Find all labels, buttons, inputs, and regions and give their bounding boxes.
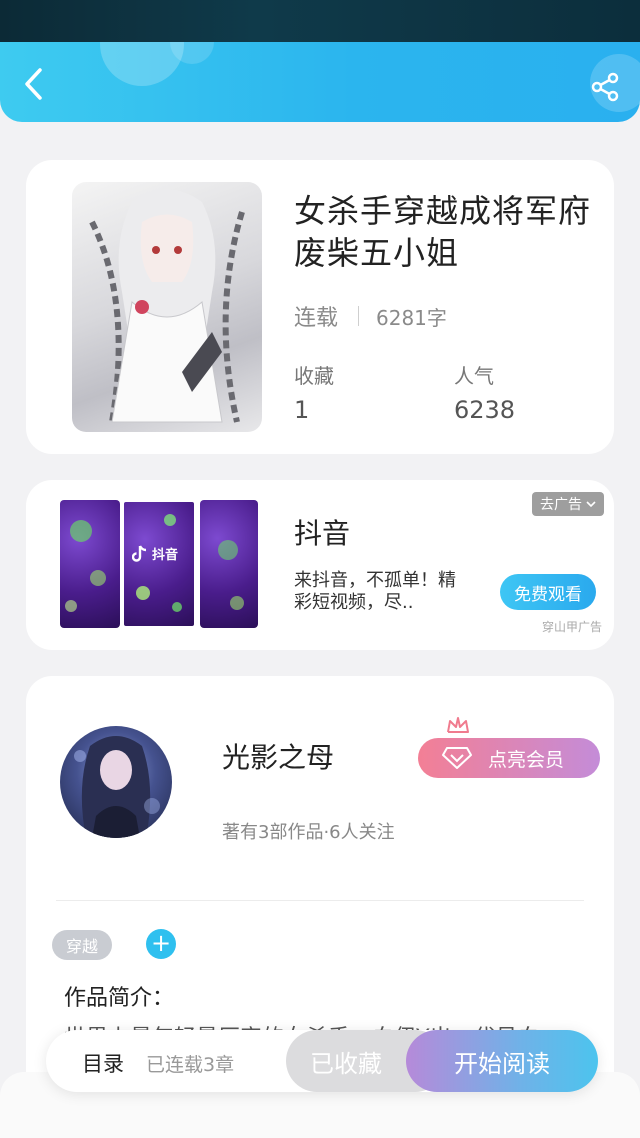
ad-image-right — [200, 500, 258, 628]
ad-image-left — [60, 500, 120, 628]
meta-divider — [358, 306, 359, 326]
plus-icon: + — [150, 929, 172, 957]
word-count: 6281字 — [376, 306, 447, 330]
add-tag-button[interactable]: + — [146, 929, 176, 959]
crown-icon — [447, 717, 469, 733]
music-note-icon — [132, 544, 147, 562]
favorites-value: 1 — [294, 396, 310, 424]
book-detail-page: 女杀手穿越成将军府废柴五小姐 连载 6281字 收藏 1 人气 6238 抖音 — [0, 0, 640, 1138]
table-of-contents-button[interactable]: 目录 — [82, 1048, 124, 1078]
ad-image-center: 抖音 — [122, 500, 196, 628]
bottom-action-bar: 目录 已连载3章 已收藏 开始阅读 — [46, 1030, 598, 1092]
author-avatar[interactable] — [60, 726, 172, 838]
book-title: 女杀手穿越成将军府废柴五小姐 — [294, 192, 592, 272]
watch-free-button[interactable]: 免费观看 — [500, 574, 596, 610]
tiktok-logo: 抖音 — [132, 544, 178, 563]
share-icon — [591, 72, 619, 102]
author-meta: 著有3部作品·6人关注 — [222, 822, 395, 843]
remove-ad-label: 去广告 — [540, 497, 582, 513]
popularity-value: 6238 — [454, 396, 516, 424]
intro-title: 作品简介： — [64, 986, 175, 1011]
favorites-label: 收藏 — [294, 364, 334, 388]
cover-illustration — [89, 189, 245, 423]
chevron-left-icon — [25, 68, 42, 100]
start-reading-button[interactable]: 开始阅读 — [406, 1030, 598, 1092]
collected-label: 已收藏 — [310, 1049, 382, 1078]
genre-tag[interactable]: 穿越 — [52, 930, 113, 960]
avatar-illustration — [74, 736, 160, 838]
ad-title: 抖音 — [294, 517, 351, 550]
ad-source-label: 穿山甲广告 — [541, 620, 602, 634]
share-button[interactable] — [588, 70, 622, 104]
chapter-count: 已连载3章 — [146, 1054, 235, 1076]
back-button[interactable] — [16, 66, 52, 102]
ad-description: 来抖音，不孤单！精彩短视频，尽.. — [294, 570, 456, 613]
diamond-icon — [442, 747, 472, 769]
book-status: 连载 — [294, 306, 339, 331]
section-divider — [56, 900, 584, 901]
popularity-label: 人气 — [454, 364, 494, 388]
chevron-down-icon — [586, 501, 596, 508]
book-cover-image[interactable] — [72, 182, 262, 432]
remove-ad-button[interactable]: 去广告 — [532, 492, 604, 516]
ad-card[interactable]: 抖音 抖音 来抖音，不孤单！精彩短视频，尽.. 去广告 免费观看 穿山甲广告 — [26, 480, 614, 650]
vip-label: 点亮会员 — [488, 748, 565, 771]
author-name: 光影之母 — [222, 741, 335, 774]
book-info-card: 女杀手穿越成将军府废柴五小姐 连载 6281字 收藏 1 人气 6238 — [26, 160, 614, 454]
header-bar — [0, 42, 640, 122]
ad-image-logo-text: 抖音 — [152, 548, 179, 563]
vip-membership-button[interactable]: 点亮会员 — [418, 738, 600, 778]
status-bar — [0, 0, 640, 42]
